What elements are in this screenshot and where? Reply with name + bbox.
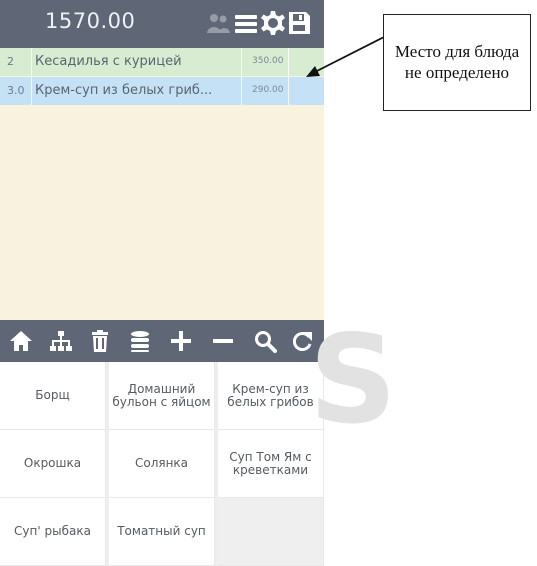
trash-icon[interactable] <box>88 329 112 353</box>
settings-icon[interactable] <box>260 10 286 36</box>
order-row[interactable]: 2 Кесадилья с курицей 350.00 <box>0 48 324 76</box>
svg-text:S: S <box>309 309 397 451</box>
menu-item-fisherman-soup[interactable]: Суп' рыбака <box>0 498 106 566</box>
top-bar: 1570.00 <box>0 0 324 48</box>
hierarchy-icon[interactable] <box>49 329 73 353</box>
stack-icon[interactable] <box>128 329 152 353</box>
annotation-callout: Место для блюда не определено <box>383 14 531 111</box>
menu-item-borscht[interactable]: Борщ <box>0 362 106 430</box>
menu-item-okroshka[interactable]: Окрошка <box>0 430 106 498</box>
column-divider <box>31 48 32 105</box>
callout-arrow <box>306 36 385 77</box>
save-icon[interactable] <box>286 10 312 36</box>
order-row[interactable]: 3.0 Крем-суп из белых гриб... 290.00 <box>0 77 324 105</box>
menu-item-tomato-soup[interactable]: Томатный суп <box>109 498 215 566</box>
column-divider <box>288 48 289 105</box>
pos-app: 1570.00 2 Кесадилья с курицей 350.00 3.0… <box>0 0 324 566</box>
people-icon[interactable] <box>205 10 231 36</box>
empty-menu-slot <box>218 498 324 566</box>
watermark-letter: S <box>309 309 397 451</box>
menu-item-homemade-broth[interactable]: Домашний бульон с яйцом <box>109 362 215 430</box>
order-dish-name: Кесадилья с курицей <box>35 54 182 69</box>
menu-icon[interactable] <box>233 10 259 36</box>
minus-icon[interactable] <box>211 329 235 353</box>
order-quantity: 2 <box>7 55 14 68</box>
home-icon[interactable] <box>9 329 33 353</box>
order-price: 350.00 <box>252 56 284 66</box>
search-icon[interactable] <box>253 329 277 353</box>
action-toolbar <box>0 320 324 362</box>
menu-item-solyanka[interactable]: Солянка <box>109 430 215 498</box>
plus-icon[interactable] <box>169 329 193 353</box>
order-dish-name: Крем-суп из белых гриб... <box>35 83 213 98</box>
column-divider <box>241 48 242 105</box>
order-quantity: 3.0 <box>7 84 25 97</box>
dish-menu-grid: Борщ Домашний бульон с яйцом Крем-суп из… <box>0 362 324 566</box>
order-price: 290.00 <box>252 85 284 95</box>
order-list: 2 Кесадилья с курицей 350.00 3.0 Крем-су… <box>0 48 324 320</box>
order-total: 1570.00 <box>45 9 136 33</box>
